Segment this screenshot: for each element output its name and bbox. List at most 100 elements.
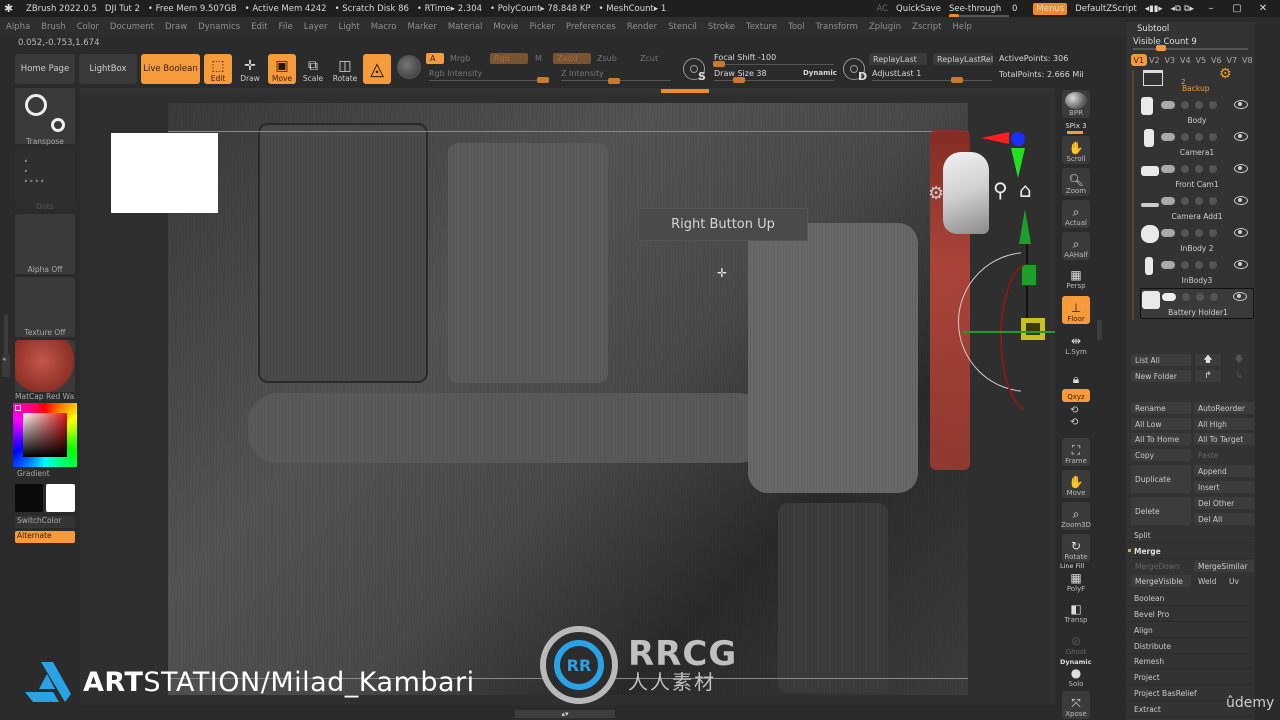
visibility-eye-icon[interactable] [1234, 260, 1248, 269]
bottom-tray-toggle[interactable]: ▴▾ [515, 710, 615, 718]
menu-edit[interactable]: Edit [251, 22, 267, 32]
merge-section[interactable]: Merge [1127, 544, 1253, 559]
dynamesh-toggle[interactable] [1195, 261, 1203, 269]
subtool-item[interactable]: InBody 2 [1140, 225, 1254, 256]
minimize-button[interactable]: – [1202, 3, 1220, 14]
document-canvas[interactable] [80, 93, 1055, 705]
secondary-color-swatch[interactable] [46, 484, 75, 512]
persp-button[interactable]: ▦ Persp [1062, 263, 1090, 291]
viewport-render[interactable] [168, 103, 968, 695]
tray-toggle-icon[interactable]: ◂▮▮▸ [1145, 4, 1163, 14]
paste-button[interactable]: Paste [1194, 449, 1254, 461]
frame-button[interactable]: ⛶ Frame [1062, 438, 1090, 466]
material-sphere-icon[interactable] [397, 55, 421, 79]
edit-button[interactable]: ⬚ Edit [204, 54, 232, 84]
aahalf-button[interactable]: ⌕ AAHalf [1062, 232, 1090, 260]
all-low-button[interactable]: All Low [1131, 418, 1191, 430]
z-intensity-knob[interactable] [608, 78, 620, 84]
lock-camera-button[interactable]: 🔒︎ [1062, 359, 1090, 387]
rename-button[interactable]: Rename [1131, 402, 1191, 414]
ghost-button[interactable]: ⊘ Ghost [1062, 629, 1090, 657]
color-picker-hue-ring[interactable] [13, 403, 77, 467]
weld-toggle[interactable]: Weld [1194, 575, 1223, 587]
split-section[interactable]: Split [1127, 528, 1253, 543]
append-button[interactable]: Append [1194, 465, 1254, 477]
brush-toggle[interactable] [1209, 133, 1217, 141]
quicksave-button[interactable]: QuickSave [896, 4, 941, 14]
mode-toggle[interactable] [1181, 261, 1189, 269]
boolean-section[interactable]: Boolean [1127, 591, 1253, 606]
subtool-scrollbar[interactable] [1132, 70, 1134, 320]
live-boolean-button[interactable]: Live Boolean [141, 54, 200, 84]
spix-slider[interactable]: SPix 3 [1062, 122, 1090, 130]
menu-light[interactable]: Light [338, 22, 359, 32]
subtool-item[interactable]: Body [1140, 97, 1254, 128]
rgb-intensity-track[interactable] [429, 80, 549, 81]
transpose-tool-button[interactable] [15, 88, 75, 144]
menu-zscript[interactable]: Zscript [912, 22, 942, 32]
adjust-last-knob[interactable] [951, 77, 963, 83]
move-up-button[interactable]: 🡅 [1195, 354, 1221, 366]
dynamesh-toggle[interactable] [1195, 229, 1203, 237]
poly-toggle[interactable] [1161, 133, 1175, 141]
close-button[interactable]: ✕ [1254, 3, 1272, 14]
mode-toggle[interactable] [1181, 165, 1189, 173]
menu-help[interactable]: Help [953, 22, 972, 32]
mode-toggle[interactable] [1181, 101, 1189, 109]
mode-toggle[interactable] [1181, 229, 1189, 237]
merge-similar-button[interactable]: MergeSimilar [1194, 560, 1254, 572]
rotate-axis-icons[interactable]: ⟲ ⟲ [1070, 405, 1078, 429]
scroll-button[interactable]: ✋ Scroll [1062, 136, 1090, 164]
dynamesh-toggle[interactable] [1196, 293, 1204, 301]
del-other-button[interactable]: Del Other [1194, 497, 1254, 509]
version-tab-v2[interactable]: V2 [1147, 54, 1163, 66]
backup-folder-label[interactable]: Backup [1182, 84, 1210, 93]
poly-toggle[interactable] [1161, 229, 1175, 237]
subtool-item[interactable]: Front Cam1 [1140, 161, 1254, 192]
right-shelf-scrollbar[interactable] [1097, 320, 1102, 340]
menu-render[interactable]: Render [627, 22, 657, 32]
nav-gear-icon[interactable]: ⚙ [928, 183, 944, 204]
menu-stroke[interactable]: Stroke [708, 22, 735, 32]
delete-button[interactable]: Delete [1131, 497, 1191, 525]
menu-picker[interactable]: Picker [530, 22, 555, 32]
replay-last-button[interactable]: ReplayLast [869, 53, 927, 65]
menu-color[interactable]: Color [77, 22, 99, 32]
brush-toggle[interactable] [1209, 165, 1217, 173]
insert-button[interactable]: Insert [1194, 481, 1254, 493]
project-section[interactable]: Project [1127, 670, 1253, 685]
brush-toggle[interactable] [1209, 197, 1217, 205]
qxyz-button[interactable]: Qxyz [1062, 389, 1090, 402]
poly-toggle[interactable] [1161, 261, 1175, 269]
visible-count-track[interactable] [1133, 48, 1248, 50]
subtool-item[interactable]: Camera Add1 [1140, 193, 1254, 224]
lsym-button[interactable]: ⇹ L.Sym [1062, 329, 1090, 357]
draw-size-track[interactable] [714, 80, 834, 81]
pivot-pin-icon[interactable]: ⚲ [993, 178, 1008, 202]
menu-texture[interactable]: Texture [746, 22, 777, 32]
visibility-eye-icon[interactable] [1234, 100, 1248, 109]
brush-toggle[interactable] [1209, 261, 1217, 269]
maximize-button[interactable]: ▢ [1228, 3, 1246, 14]
draw-size-knob[interactable] [733, 77, 745, 83]
remesh-section[interactable]: Remesh [1127, 654, 1253, 669]
move-into-folder-button[interactable]: ↱ [1195, 370, 1221, 382]
autoreorder-button[interactable]: AutoReorder [1194, 402, 1254, 414]
zcut-toggle[interactable]: Zcut [640, 54, 658, 63]
zoom3d-button[interactable]: ⌕ Zoom3D [1061, 502, 1091, 530]
menu-layer[interactable]: Layer [304, 22, 328, 32]
visibility-eye-icon[interactable] [1234, 164, 1248, 173]
m-toggle[interactable]: M [535, 54, 542, 63]
all-to-home-button[interactable]: All To Home [1131, 433, 1191, 445]
menu-dynamics[interactable]: Dynamics [198, 22, 240, 32]
mode-toggle[interactable] [1181, 133, 1189, 141]
transp-button[interactable]: ◧ Transp [1062, 597, 1090, 625]
dynamic-toggle[interactable]: Dynamic [803, 69, 837, 77]
ac-toggle[interactable]: AC [876, 4, 888, 14]
navigation-head-icon[interactable] [943, 152, 989, 234]
dynamesh-toggle[interactable] [1195, 197, 1203, 205]
version-tab-v1[interactable]: V1 [1131, 54, 1147, 66]
poly-toggle[interactable] [1161, 165, 1175, 173]
home-page-button[interactable]: Home Page [15, 54, 75, 84]
visible-count-knob[interactable] [1156, 45, 1167, 51]
